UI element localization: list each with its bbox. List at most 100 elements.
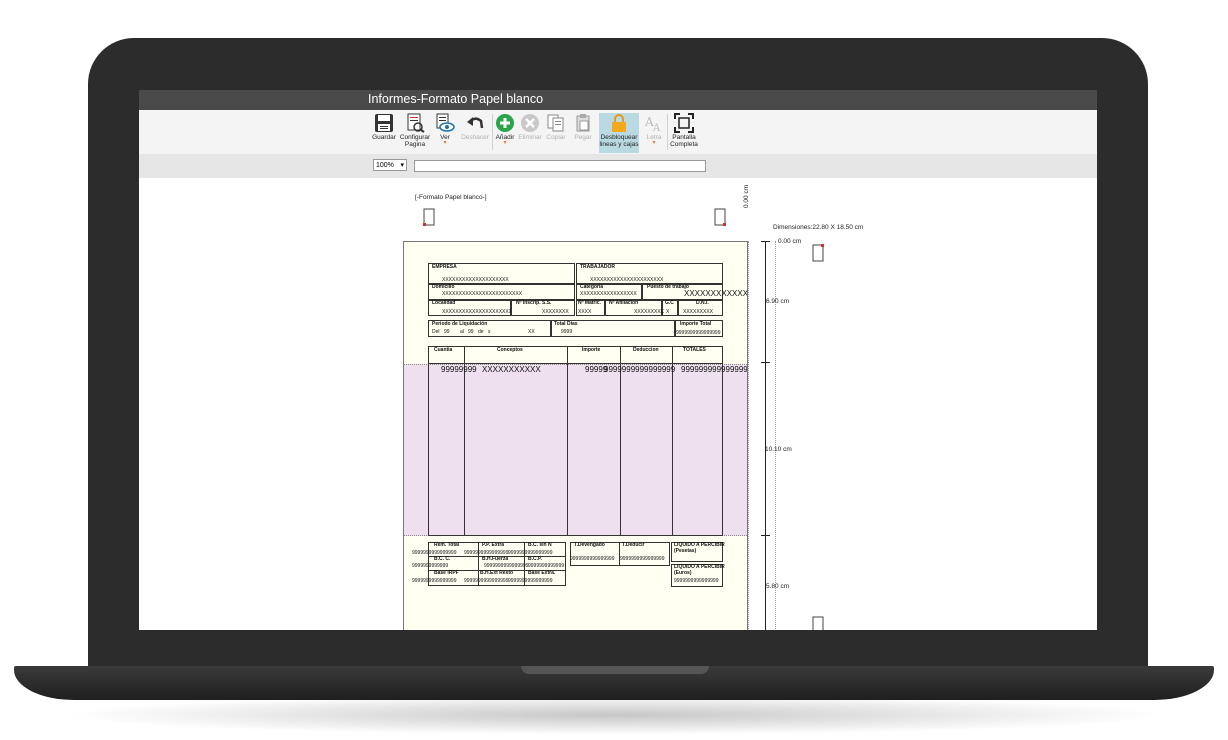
svg-text:A: A [652,123,661,133]
dimensions-label: Dimensiones:22.80 X 18.50 cm [773,224,864,231]
bc-c-label: B.C. C. [434,556,451,562]
bh-ext-resto-label: B.H.Ext Resto [480,570,514,576]
periodo-year: XX [528,329,535,335]
toolbar: Guardar Configurar Pagina Ver ▾ Deshacer… [139,110,1097,154]
paste-button[interactable]: Pegar [571,113,595,153]
column-line [620,346,621,536]
matric-value: XXXX [578,309,592,315]
toolbar-separator [492,114,493,150]
view-button[interactable]: Ver ▾ [433,113,457,153]
fullscreen-label-2: Completa [670,141,698,148]
page-icon[interactable] [423,208,435,226]
periodo-de: de [478,329,484,335]
ruler-label: 10.10 cm [765,446,792,453]
column-line [464,346,465,536]
t-devengado-label: T.Devengado [574,542,605,548]
copy-button[interactable]: Copiar [544,113,568,153]
app-screen: Informes-Formato Papel blanco Guardar Co… [139,90,1097,630]
empresa-label: EMPRESA [432,264,457,270]
report-canvas: [-Formato Papel blanco-] 0.00 cm Dimensi… [139,178,1097,630]
ruler-tick [761,535,770,536]
font-dropdown-icon[interactable]: ▾ [652,140,655,146]
col-cuantia: Cuantia [434,347,453,353]
bh-fuerza-value: 9999999999999999 [484,563,529,569]
categoria-label: Categoria [580,284,604,290]
base-irpf-value: 9999999999999999 [412,578,457,584]
importe-total-label: Importe Total [680,321,712,327]
page-icon[interactable] [812,616,824,630]
progress-bar [414,160,706,172]
empresa-value: XXXXXXXXXXXXXXXXXXXX [442,277,509,283]
laptop-shadow [60,695,1170,735]
configure-page-button[interactable]: Configurar Pagina [398,113,432,153]
paste-label: Pegar [574,134,592,141]
row-concepto: XXXXXXXXXXX [482,365,541,374]
ruler-label: 5.80 cm [766,583,790,590]
base-extra-value: 9999999999999999 [508,578,553,584]
t-deducir-value: 9999999999999999 [620,556,665,562]
paper-sheet: EMPRESA XXXXXXXXXXXXXXXXXXXX TRABAJADOR … [403,241,748,630]
laptop-notch [521,666,709,674]
save-label: Guardar [372,134,396,141]
undo-button[interactable]: Deshacer [459,113,491,153]
configure-label-1: Configurar [399,134,431,141]
unlock-lines-button[interactable]: Desbloquear lineas y cajas [599,113,639,153]
categoria-value: XXXXXXXXXXXXXXXXX [580,291,637,297]
page-icon[interactable] [812,244,824,262]
puesto-value: XXXXXXXXXXXX [684,289,748,298]
col-conceptos: Conceptos [497,347,523,353]
zoom-bar: 100% ▾ [139,154,1097,178]
base-extra-label: Base Extra. [528,570,556,576]
zoom-select[interactable]: 100% ▾ [373,159,407,171]
bc-sin-n-label: B.C. sin N [528,542,552,548]
t-deducir-label: T.Deducir [622,542,645,548]
undo-label: Deshacer [461,134,489,141]
window-title: Informes-Formato Papel blanco [368,92,544,106]
add-dropdown-icon[interactable]: ▾ [503,140,506,146]
delete-button[interactable]: Eliminar [518,113,542,153]
font-button[interactable]: AA Letra ▾ [643,113,665,153]
fullscreen-label-1: Pantalla [672,134,696,141]
view-dropdown-icon[interactable]: ▾ [443,140,446,146]
bc-p-label: B.C.P. [528,556,543,562]
ruler-tick [761,241,770,242]
dni-value: XXXXXXXXX [683,309,714,315]
periodo-del-value: 99 [444,329,450,335]
add-button[interactable]: Añadir ▾ [494,113,516,153]
undo-icon [467,117,484,129]
periodo-al-value: 99 [468,329,474,335]
total-dias-label: Total Días [554,321,578,327]
eye-icon [436,113,455,132]
liquido-euros-value: 9999999999999999 [674,578,719,584]
toolbar-separator [667,114,668,150]
detail-table[interactable] [428,346,723,536]
column-line [567,346,568,536]
total-dias-value: 9999 [561,329,573,335]
ruler-tick [761,362,770,363]
ruler-label: 0.00 cm [778,238,802,245]
plus-icon [496,114,514,132]
paper-edge-line [748,241,749,630]
afiliacion-label: Nº Afiliacion [609,300,639,306]
title-bar: Informes-Formato Papel blanco [139,90,1097,110]
inscrip-value: XXXXXXXX [542,309,569,315]
liquido-pesetas-unit: (Pesetas) [674,548,697,554]
paste-icon [576,114,590,132]
ruler-label: 6.90 cm [766,298,790,305]
delete-icon [521,114,539,132]
bh-ext-resto-value: 9999999999999999 [464,578,509,584]
page-icon[interactable] [714,208,726,226]
fullscreen-icon [674,113,694,133]
row-deduccion: 9999999999999999 [604,365,676,374]
zoom-value: 100% [376,161,394,169]
lock-icon [612,114,626,132]
copy-icon [547,114,564,132]
gc-value: X [666,309,670,315]
fullscreen-button[interactable]: Pantalla Completa [669,113,699,153]
unlock-label-1: Desbloquear [600,134,638,141]
save-button[interactable]: Guardar [371,113,397,153]
domicilio-value: XXXXXXXXXXXXXXXXXXXXXXXX [442,291,523,297]
liquido-euros-unit: (Euros) [674,570,692,576]
col-importe: Importe [582,347,601,353]
detail-header-line [428,363,723,364]
